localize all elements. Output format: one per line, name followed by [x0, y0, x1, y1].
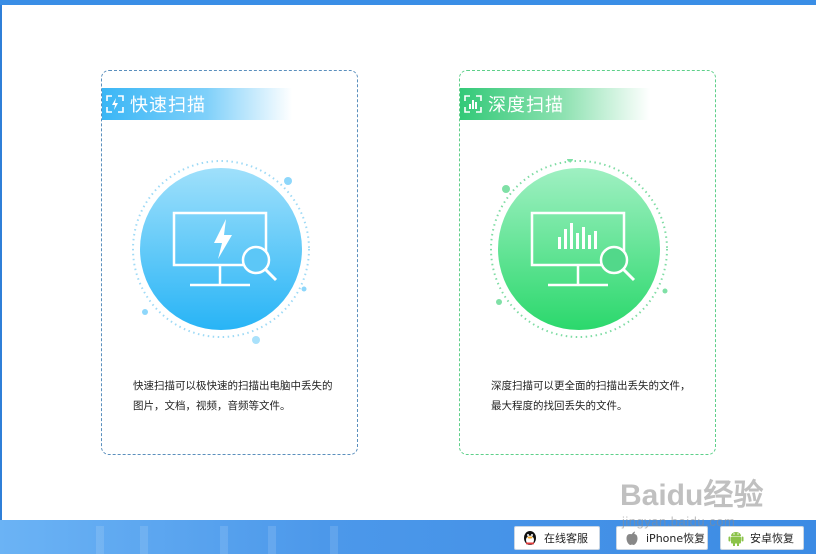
deep-scan-title: 深度扫描: [488, 95, 564, 116]
qq-penguin-icon: [521, 529, 539, 547]
footer-stripe: [330, 526, 338, 554]
online-support-button[interactable]: 在线客服: [514, 526, 600, 550]
deep-scan-description: 深度扫描可以更全面的扫描出丢失的文件，最大程度的找回丢失的文件。: [491, 380, 691, 412]
monitor-lightning-magnifier-icon: [132, 160, 310, 344]
chart-scan-icon: [464, 95, 482, 113]
footer-stripe: [220, 526, 228, 554]
footer-stripe: [96, 526, 104, 554]
quick-scan-header: 快速扫描: [102, 88, 292, 120]
watermark-url: jingyan.baidu.com: [622, 514, 736, 529]
baidu-jingyan-watermark: Baidu经验 jingyan.baidu.com: [620, 478, 810, 538]
window-top-bar: [0, 0, 816, 5]
footer-stripe: [268, 526, 276, 554]
monitor-bars-magnifier-icon: [490, 159, 668, 338]
lightning-scan-icon: [106, 95, 124, 113]
quick-scan-description: 快速扫描可以极快速的扫描出电脑中丢失的图片，文档，视频，音频等文件。: [133, 380, 333, 412]
window-left-edge: [0, 5, 2, 520]
online-support-label: 在线客服: [544, 532, 588, 545]
quick-scan-title: 快速扫描: [130, 95, 206, 116]
footer-stripe: [140, 526, 148, 554]
watermark-logo-text: Baidu经验: [620, 479, 764, 512]
quick-scan-card[interactable]: 快速扫描 快速扫描可以极快速的扫描出电脑中丢失的图片，文档，视频，音频等文件。: [101, 70, 358, 455]
deep-scan-card[interactable]: 深度扫描 深度扫描可以更全面的扫描出丢失的文件，最大程度的找回丢失的文件。: [459, 70, 716, 455]
deep-scan-header: 深度扫描: [460, 88, 650, 120]
